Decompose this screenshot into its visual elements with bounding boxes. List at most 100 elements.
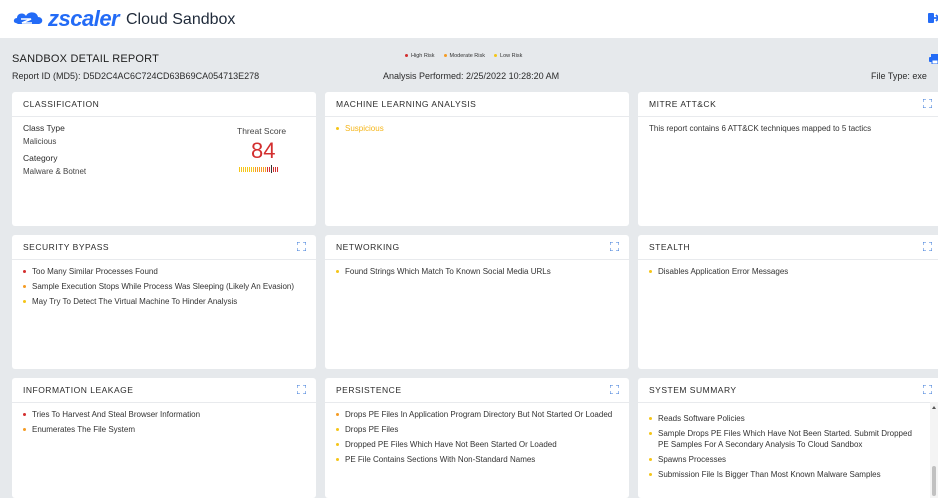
mitre-card: MITRE ATT&CK This report contains 6 ATT&… <box>638 92 938 226</box>
legend-high: High Risk <box>405 53 435 59</box>
list-item: Disables Application Error Messages <box>649 266 933 277</box>
expand-icon[interactable] <box>923 385 932 394</box>
expand-icon[interactable] <box>297 242 306 251</box>
report-header: SANDBOX DETAIL REPORT Report ID (MD5): D… <box>0 38 938 86</box>
system-summary-scrollbar[interactable] <box>930 402 938 498</box>
expand-icon[interactable] <box>610 242 619 251</box>
legend-low-label: Low Risk <box>500 53 523 59</box>
list-item: Spawns Processes <box>649 454 922 465</box>
file-type: File Type: exe <box>871 71 927 81</box>
ml-verdict: Suspicious <box>345 124 384 133</box>
finding-text: Spawns Processes <box>658 455 727 464</box>
moderate-risk-dot <box>336 413 339 416</box>
low-risk-dot <box>649 432 652 435</box>
list-item: Too Many Similar Processes Found <box>23 266 305 277</box>
low-risk-dot <box>23 300 26 303</box>
expand-icon[interactable] <box>610 385 619 394</box>
expand-icon[interactable] <box>297 385 306 394</box>
finding-text: Drops PE Files <box>345 425 399 434</box>
print-icon[interactable] <box>929 54 938 64</box>
card-title: SYSTEM SUMMARY <box>649 385 737 395</box>
low-risk-dot <box>649 458 652 461</box>
stealth-body: Disables Application Error Messages <box>638 260 938 287</box>
finding-text: May Try To Detect The Virtual Machine To… <box>32 297 238 306</box>
list-item: Sample Execution Stops While Process Was… <box>23 281 305 292</box>
legend-high-label: High Risk <box>411 53 435 59</box>
threat-score-tick <box>267 167 268 172</box>
threat-score-tick <box>255 167 256 172</box>
low-risk-dot <box>336 443 339 446</box>
card-title: MACHINE LEARNING ANALYSIS <box>336 99 477 109</box>
card-title: INFORMATION LEAKAGE <box>23 385 134 395</box>
low-risk-dot <box>649 417 652 420</box>
list-item: Dropped PE Files Which Have Not Been Sta… <box>336 439 618 450</box>
threat-score-tick <box>239 167 240 172</box>
list-item: Drops PE Files In Application Program Di… <box>336 409 618 420</box>
scroll-up-arrow-icon[interactable] <box>932 406 936 409</box>
classification-header: CLASSIFICATION <box>12 92 316 117</box>
card-title: STEALTH <box>649 242 691 252</box>
mitre-body: This report contains 6 ATT&CK techniques… <box>638 117 938 140</box>
expand-icon[interactable] <box>923 99 932 108</box>
list-item: Drops PE Files <box>336 424 618 435</box>
expand-icon[interactable] <box>923 242 932 251</box>
threat-score-tick <box>275 167 276 172</box>
top-bar: zscaler Cloud Sandbox <box>0 0 938 38</box>
low-risk-dot <box>336 270 339 273</box>
mitre-summary: This report contains 6 ATT&CK techniques… <box>649 124 872 133</box>
legend-moderate-label: Moderate Risk <box>449 53 486 59</box>
legend-low: Low Risk <box>494 53 522 59</box>
finding-text: Reads Software Policies <box>658 414 745 423</box>
system-summary-header: SYSTEM SUMMARY <box>638 378 938 403</box>
threat-score-tick <box>253 167 254 172</box>
app-title: Cloud Sandbox <box>126 11 236 28</box>
high-risk-dot <box>405 54 408 58</box>
threat-score-marker <box>271 165 272 173</box>
zscaler-logo: zscaler <box>12 6 120 31</box>
security-bypass-header: SECURITY BYPASS <box>12 235 316 260</box>
classification-card: CLASSIFICATION Class Type Malicious Cate… <box>12 92 316 226</box>
security-bypass-body: Too Many Similar Processes Found Sample … <box>12 260 316 317</box>
information-leakage-card: INFORMATION LEAKAGE Tries To Harvest And… <box>12 378 316 498</box>
list-item: Submission File Is Bigger Than Most Know… <box>649 469 922 480</box>
list-item: Reads Software Policies <box>649 413 922 424</box>
persistence-body: Drops PE Files In Application Program Di… <box>325 403 629 475</box>
list-item: PE File Contains Sections With Non-Stand… <box>336 454 618 465</box>
threat-score-tick <box>241 167 242 172</box>
threat-score-value: 84 <box>251 138 276 163</box>
ml-analysis-body: Suspicious <box>325 117 629 144</box>
card-title: PERSISTENCE <box>336 385 402 395</box>
threat-score-tick <box>277 167 278 172</box>
persistence-header: PERSISTENCE <box>325 378 629 403</box>
low-risk-dot <box>649 473 652 476</box>
finding-text: Drops PE Files In Application Program Di… <box>345 410 613 419</box>
risk-legend: High Risk Moderate Risk Low Risk <box>405 53 522 59</box>
finding-text: Disables Application Error Messages <box>658 267 789 276</box>
zscaler-cloud-icon <box>13 12 43 24</box>
analysis-performed: Analysis Performed: 2/25/2022 10:28:20 A… <box>383 71 560 81</box>
list-item: Suspicious <box>336 123 618 134</box>
networking-header: NETWORKING <box>325 235 629 260</box>
card-title: SECURITY BYPASS <box>23 242 110 252</box>
scrollbar-thumb[interactable] <box>932 466 936 496</box>
list-item: Tries To Harvest And Steal Browser Infor… <box>23 409 305 420</box>
low-risk-dot <box>336 428 339 431</box>
low-risk-dot <box>336 458 339 461</box>
threat-score-tick <box>257 167 258 172</box>
logout-icon[interactable] <box>928 12 938 24</box>
threat-score-tick <box>265 167 266 172</box>
report-title: SANDBOX DETAIL REPORT <box>12 53 160 65</box>
moderate-risk-dot <box>23 285 26 288</box>
report-id: Report ID (MD5): D5D2C4AC6C724CD63B69CA0… <box>12 71 260 81</box>
information-leakage-header: INFORMATION LEAKAGE <box>12 378 316 403</box>
threat-score-bar <box>239 165 278 173</box>
finding-text: Enumerates The File System <box>32 425 136 434</box>
high-risk-dot <box>23 413 26 416</box>
persistence-card: PERSISTENCE Drops PE Files In Applicatio… <box>325 378 629 498</box>
list-item: Found Strings Which Match To Known Socia… <box>336 266 618 277</box>
low-risk-dot <box>494 54 498 58</box>
threat-score-tick <box>259 167 260 172</box>
threat-score-tick <box>247 167 248 172</box>
stealth-card: STEALTH Disables Application Error Messa… <box>638 235 938 369</box>
finding-text: Submission File Is Bigger Than Most Know… <box>658 470 881 479</box>
